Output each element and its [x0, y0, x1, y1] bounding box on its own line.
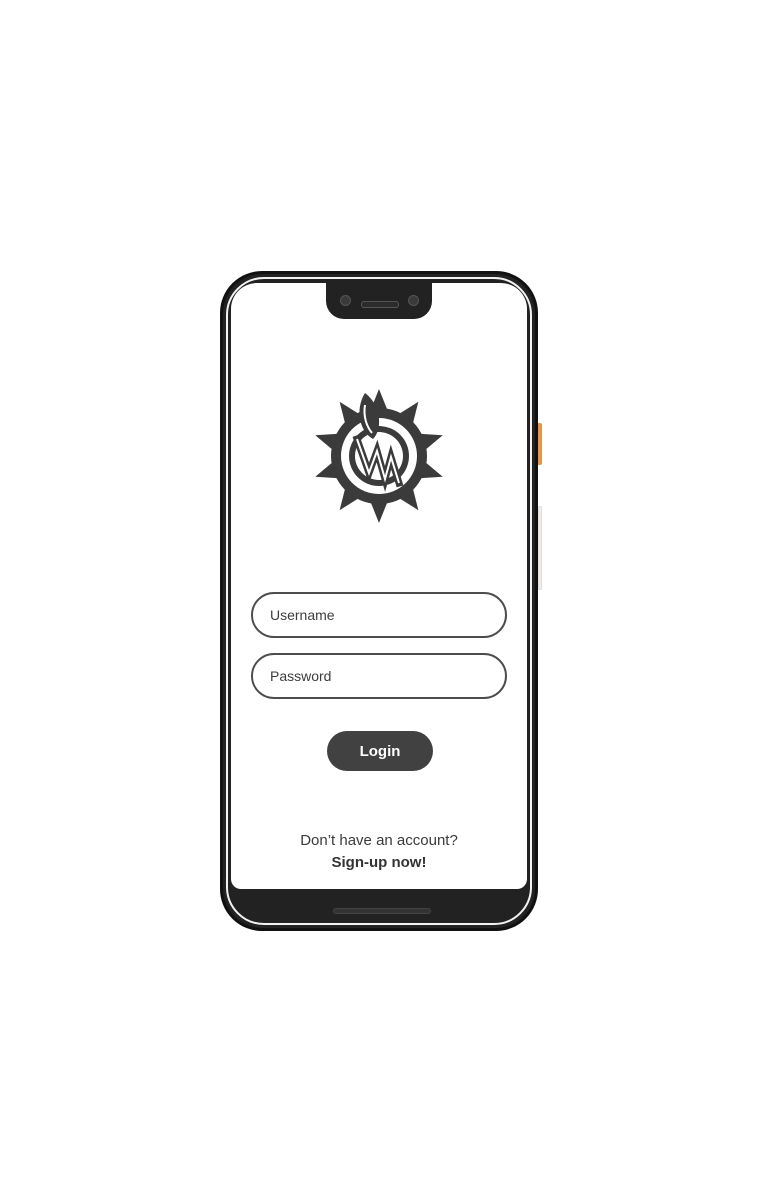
front-camera-icon [408, 295, 419, 306]
front-camera-icon [340, 295, 351, 306]
login-button[interactable]: Login [327, 731, 433, 771]
phone-notch [326, 283, 432, 319]
earpiece-speaker [361, 301, 399, 308]
signup-link[interactable]: Sign-up now! [231, 854, 527, 871]
password-field[interactable] [251, 653, 507, 699]
phone-screen: Login Don’t have an account? Sign-up now… [231, 283, 527, 889]
phone-frame: Login Don’t have an account? Sign-up now… [220, 271, 538, 931]
sun-pen-logo-icon [315, 389, 443, 523]
password-input[interactable] [268, 667, 505, 685]
username-input[interactable] [268, 606, 505, 624]
volume-button [538, 506, 542, 590]
home-indicator [333, 908, 431, 914]
signup-prompt: Don’t have an account? [300, 832, 458, 849]
username-field[interactable] [251, 592, 507, 638]
power-button [538, 423, 542, 465]
